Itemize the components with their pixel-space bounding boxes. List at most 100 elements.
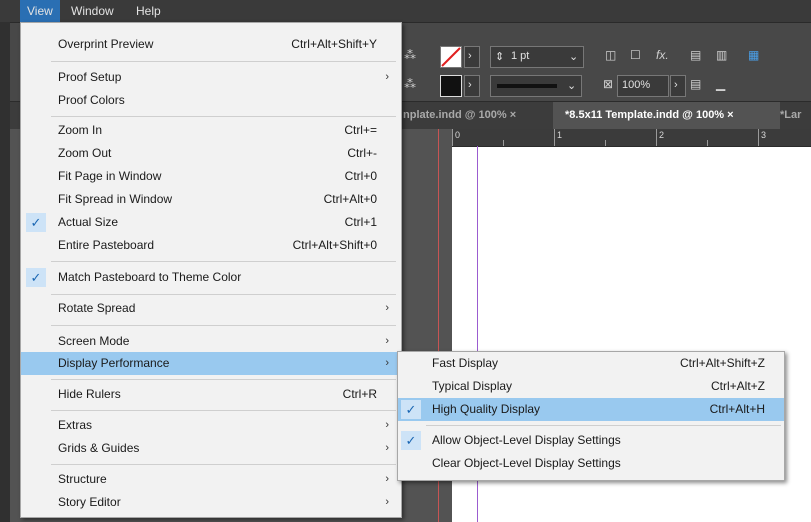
menu-item-fit-page[interactable]: Fit Page in Window Ctrl+0 bbox=[21, 165, 401, 188]
menu-item-label: Zoom Out bbox=[58, 146, 112, 160]
opacity-dropdown[interactable]: › bbox=[670, 75, 686, 97]
document-tab[interactable]: nplate.indd @ 100% × bbox=[403, 102, 543, 129]
grid-icon[interactable]: ▦ bbox=[748, 48, 759, 62]
menu-window[interactable]: Window bbox=[64, 0, 121, 22]
menu-item-shortcut: Ctrl+Alt+Shift+0 bbox=[292, 238, 377, 252]
reference-point-icon[interactable]: ⁂ bbox=[404, 48, 416, 62]
menu-help[interactable]: Help bbox=[129, 0, 168, 22]
stroke-swatch[interactable] bbox=[440, 75, 462, 97]
menu-item-extras[interactable]: Extras › bbox=[21, 414, 401, 437]
ruler-tick bbox=[656, 129, 657, 146]
menu-item-rotate-spread[interactable]: Rotate Spread › bbox=[21, 297, 401, 320]
ruler-tick bbox=[554, 129, 555, 146]
chevron-right-icon: › bbox=[468, 50, 472, 62]
menu-item-label: Rotate Spread bbox=[58, 301, 136, 315]
frame-icon[interactable]: ◫ bbox=[605, 48, 616, 62]
menu-item-label: Actual Size bbox=[58, 215, 119, 229]
menu-separator bbox=[426, 425, 781, 426]
ruler-tick bbox=[452, 129, 453, 146]
chevron-right-icon: › bbox=[385, 302, 389, 314]
menu-separator bbox=[51, 410, 396, 411]
display-performance-submenu: Fast Display Ctrl+Alt+Shift+Z Typical Di… bbox=[397, 351, 785, 481]
horizontal-ruler[interactable]: 0 1 2 3 bbox=[452, 129, 811, 147]
menu-item-label: Fit Page in Window bbox=[58, 169, 162, 183]
menu-item-zoom-in[interactable]: Zoom In Ctrl+= bbox=[21, 119, 401, 142]
submenu-item-fast-display[interactable]: Fast Display Ctrl+Alt+Shift+Z bbox=[398, 352, 784, 375]
menu-separator bbox=[51, 325, 396, 326]
ruler-tick bbox=[758, 129, 759, 146]
menu-item-screen-mode[interactable]: Screen Mode › bbox=[21, 330, 401, 353]
chevron-right-icon: › bbox=[385, 419, 389, 431]
submenu-item-typical-display[interactable]: Typical Display Ctrl+Alt+Z bbox=[398, 375, 784, 398]
ruler-label: 3 bbox=[761, 130, 767, 140]
menu-item-label: Entire Pasteboard bbox=[58, 238, 155, 252]
menu-item-shortcut: Ctrl+Alt+0 bbox=[323, 192, 377, 206]
chevron-right-icon: › bbox=[385, 473, 389, 485]
menu-item-label: Proof Colors bbox=[58, 93, 125, 107]
fx-icon[interactable]: fx. bbox=[656, 48, 669, 62]
left-tool-strip bbox=[0, 22, 10, 522]
menu-item-label: Overprint Preview bbox=[58, 37, 154, 51]
ruler-tick bbox=[605, 140, 606, 146]
menu-item-entire-pasteboard[interactable]: Entire Pasteboard Ctrl+Alt+Shift+0 bbox=[21, 234, 401, 257]
stroke-weight-field[interactable]: ⇕ 1 pt ⌄ bbox=[490, 46, 584, 68]
menu-item-display-performance[interactable]: Display Performance › bbox=[21, 352, 401, 375]
menu-item-label: High Quality Display bbox=[432, 402, 541, 416]
opacity-icon: ⊠ bbox=[603, 77, 614, 91]
chevron-right-icon: › bbox=[385, 71, 389, 83]
submenu-item-clear-object-level[interactable]: Clear Object-Level Display Settings bbox=[398, 452, 784, 475]
menu-item-label: Story Editor bbox=[58, 495, 121, 509]
document-tab[interactable]: *Lar bbox=[780, 102, 811, 129]
menu-view[interactable]: View bbox=[20, 0, 60, 22]
menu-item-label: Fit Spread in Window bbox=[58, 192, 173, 206]
align-center-icon[interactable]: ▥ bbox=[716, 48, 727, 62]
document-tab-active[interactable]: *8.5x11 Template.indd @ 100% × bbox=[553, 102, 780, 129]
stroke-dropdown[interactable]: › bbox=[464, 75, 480, 97]
menu-item-label: Grids & Guides bbox=[58, 441, 140, 455]
menu-item-label: Zoom In bbox=[58, 123, 103, 137]
distribute-icon[interactable]: ▤ bbox=[690, 77, 701, 91]
menu-item-actual-size[interactable]: ✓ Actual Size Ctrl+1 bbox=[21, 211, 401, 234]
fill-dropdown[interactable]: › bbox=[464, 46, 480, 68]
menu-item-label: Match Pasteboard to Theme Color bbox=[58, 270, 242, 284]
menu-item-proof-setup[interactable]: Proof Setup › bbox=[21, 66, 401, 89]
menu-item-label: Hide Rulers bbox=[58, 387, 121, 401]
stepper-icon: ⇕ bbox=[495, 51, 505, 63]
align-bottom-icon[interactable]: ▁ bbox=[716, 77, 725, 91]
transform-icon[interactable]: ⁂ bbox=[404, 77, 416, 91]
chevron-right-icon: › bbox=[385, 442, 389, 454]
align-left-icon[interactable]: ▤ bbox=[690, 48, 701, 62]
menu-bar: View Window Help bbox=[0, 0, 811, 23]
menu-item-shortcut: Ctrl+R bbox=[342, 387, 377, 401]
opacity-value: 100% bbox=[622, 79, 651, 91]
menu-item-label: Clear Object-Level Display Settings bbox=[432, 456, 621, 470]
menu-separator bbox=[51, 379, 396, 380]
menu-item-label: Extras bbox=[58, 418, 93, 432]
menu-item-match-pasteboard[interactable]: ✓ Match Pasteboard to Theme Color bbox=[21, 266, 401, 289]
menu-item-fit-spread[interactable]: Fit Spread in Window Ctrl+Alt+0 bbox=[21, 188, 401, 211]
menu-item-story-editor[interactable]: Story Editor › bbox=[21, 491, 401, 514]
ruler-tick bbox=[503, 140, 504, 146]
submenu-item-high-quality-display[interactable]: ✓ High Quality Display Ctrl+Alt+H bbox=[398, 398, 784, 421]
ruler-label: 1 bbox=[557, 130, 563, 140]
menu-item-hide-rulers[interactable]: Hide Rulers Ctrl+R bbox=[21, 383, 401, 406]
stroke-type-select[interactable]: ⌄ bbox=[490, 75, 582, 97]
submenu-item-allow-object-level[interactable]: ✓ Allow Object-Level Display Settings bbox=[398, 429, 784, 452]
menu-item-proof-colors[interactable]: Proof Colors bbox=[21, 89, 401, 112]
square-icon[interactable]: ☐ bbox=[630, 48, 641, 62]
fill-swatch[interactable] bbox=[440, 46, 462, 68]
chevron-down-icon: ⌄ bbox=[569, 51, 579, 63]
menu-item-shortcut: Ctrl+Alt+Z bbox=[710, 379, 765, 393]
menu-item-label: Proof Setup bbox=[58, 70, 122, 84]
menu-item-shortcut: Ctrl+0 bbox=[344, 169, 377, 183]
opacity-field[interactable]: 100% bbox=[617, 75, 669, 97]
menu-separator bbox=[51, 294, 396, 295]
menu-item-grids-guides[interactable]: Grids & Guides › bbox=[21, 437, 401, 460]
menu-item-zoom-out[interactable]: Zoom Out Ctrl+- bbox=[21, 142, 401, 165]
view-menu: Overprint Preview Ctrl+Alt+Shift+Y Proof… bbox=[20, 22, 402, 518]
menu-item-structure[interactable]: Structure › bbox=[21, 468, 401, 491]
menu-separator bbox=[51, 464, 396, 465]
checkmark-icon: ✓ bbox=[401, 431, 421, 450]
checkmark-icon: ✓ bbox=[26, 213, 46, 232]
menu-item-overprint-preview[interactable]: Overprint Preview Ctrl+Alt+Shift+Y bbox=[21, 33, 401, 56]
